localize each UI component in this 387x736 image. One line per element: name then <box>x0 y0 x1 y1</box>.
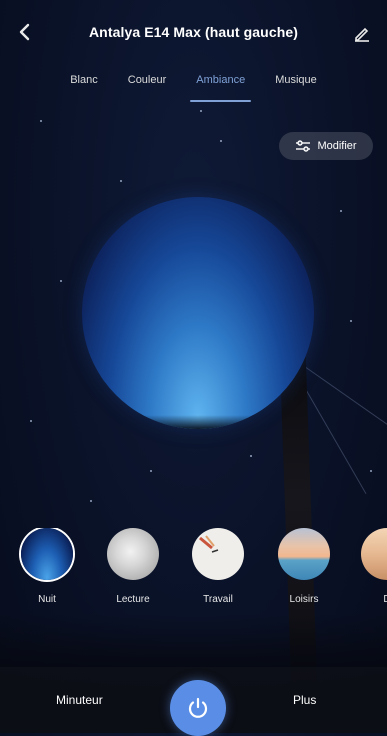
tab-blanc[interactable]: Blanc <box>68 68 100 100</box>
scene-thumbnail <box>107 528 159 580</box>
more-button[interactable]: Plus <box>293 693 316 707</box>
desk-illustration <box>199 535 219 553</box>
scene-label: Loisirs <box>289 594 319 605</box>
power-button[interactable] <box>170 680 226 736</box>
header: Antalya E14 Max (haut gauche) <box>0 0 387 66</box>
page-title: Antalya E14 Max (haut gauche) <box>88 24 299 40</box>
scene-label: Travail <box>203 594 233 605</box>
scene-thumbnail <box>21 528 73 580</box>
scene-thumbnail <box>192 528 244 580</box>
sliders-icon <box>296 140 311 152</box>
edit-button[interactable] <box>347 18 377 48</box>
scene-thumbnail <box>361 528 387 580</box>
scene-item-loisirs[interactable]: Loisirs <box>271 528 337 605</box>
scene-item-partial[interactable]: D <box>354 528 387 605</box>
timer-button[interactable]: Minuteur <box>56 693 103 707</box>
scene-label: Nuit <box>38 594 56 605</box>
tab-couleur[interactable]: Couleur <box>126 68 169 100</box>
scene-item-lecture[interactable]: Lecture <box>100 528 166 605</box>
tab-bar: Blanc Couleur Ambiance Musique <box>0 68 387 102</box>
modify-button-label: Modifier <box>317 140 357 152</box>
scene-item-travail[interactable]: Travail <box>185 528 251 605</box>
modify-button[interactable]: Modifier <box>279 132 373 160</box>
scene-label: Lecture <box>116 594 150 605</box>
scene-item-nuit[interactable]: Nuit <box>14 528 80 605</box>
tab-musique[interactable]: Musique <box>273 68 319 100</box>
power-icon <box>188 697 208 718</box>
tab-ambiance[interactable]: Ambiance <box>190 68 252 102</box>
edit-pencil-icon <box>355 27 369 42</box>
scene-preview-circle <box>82 197 314 429</box>
scene-label: D <box>383 594 387 605</box>
scene-list: Nuit Lecture Travail Loisirs D <box>0 528 387 618</box>
scene-thumbnail <box>278 528 330 580</box>
